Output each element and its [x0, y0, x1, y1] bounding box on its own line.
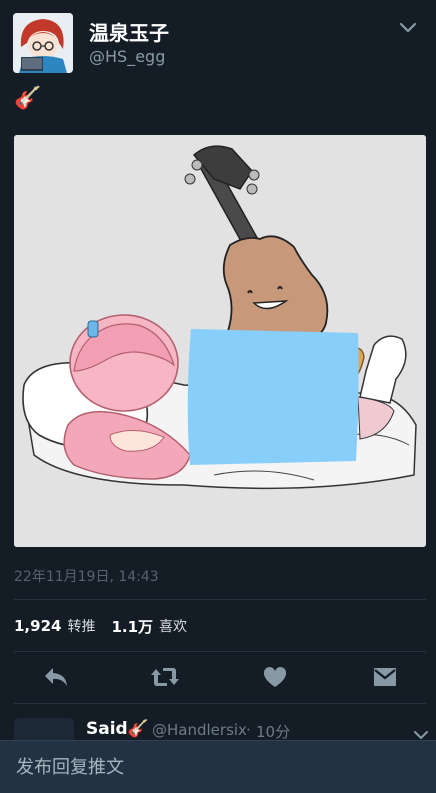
retweet-icon[interactable] — [149, 662, 181, 692]
reply-time: 10分 — [256, 723, 291, 741]
bocchi-guitar-illustration — [14, 135, 426, 547]
reply-separator: · — [246, 721, 251, 739]
chevron-down-icon[interactable] — [413, 726, 429, 739]
reply-input[interactable] — [14, 749, 418, 785]
tweet-stats: 1,924 转推 1.1万 喜欢 — [14, 613, 203, 639]
tweet-text: 🎸 — [14, 86, 42, 111]
reply-list-item[interactable]: Said🎸 @Handlersix · 10分 — [0, 706, 436, 742]
divider — [14, 599, 426, 600]
reply-handle: @Handlersix — [152, 721, 247, 739]
reply-icon[interactable] — [40, 662, 72, 692]
tweet-header: 温泉玉子 @HS_egg — [0, 0, 436, 80]
like-heart-icon[interactable] — [259, 662, 291, 692]
user-handle[interactable]: @HS_egg — [89, 47, 165, 66]
direct-message-icon[interactable] — [369, 662, 401, 692]
avatar-illustration — [13, 13, 73, 73]
user-avatar[interactable] — [13, 13, 73, 73]
tweet-timestamp: 22年11月19日, 14:43 — [14, 569, 159, 585]
tweet-image[interactable] — [14, 135, 426, 547]
likes-count[interactable]: 1.1万 — [111, 616, 153, 637]
display-name[interactable]: 温泉玉子 — [89, 17, 169, 46]
divider — [14, 651, 426, 652]
tweet-actions — [0, 660, 436, 696]
reply-compose-bar — [0, 740, 436, 793]
likes-label[interactable]: 喜欢 — [159, 616, 187, 636]
reply-display-name[interactable]: Said🎸 — [86, 719, 149, 739]
reply-avatar[interactable] — [14, 718, 74, 742]
retweets-label[interactable]: 转推 — [67, 616, 95, 636]
retweets-count[interactable]: 1,924 — [14, 617, 61, 635]
chevron-down-icon[interactable] — [398, 20, 418, 36]
divider — [14, 703, 426, 704]
